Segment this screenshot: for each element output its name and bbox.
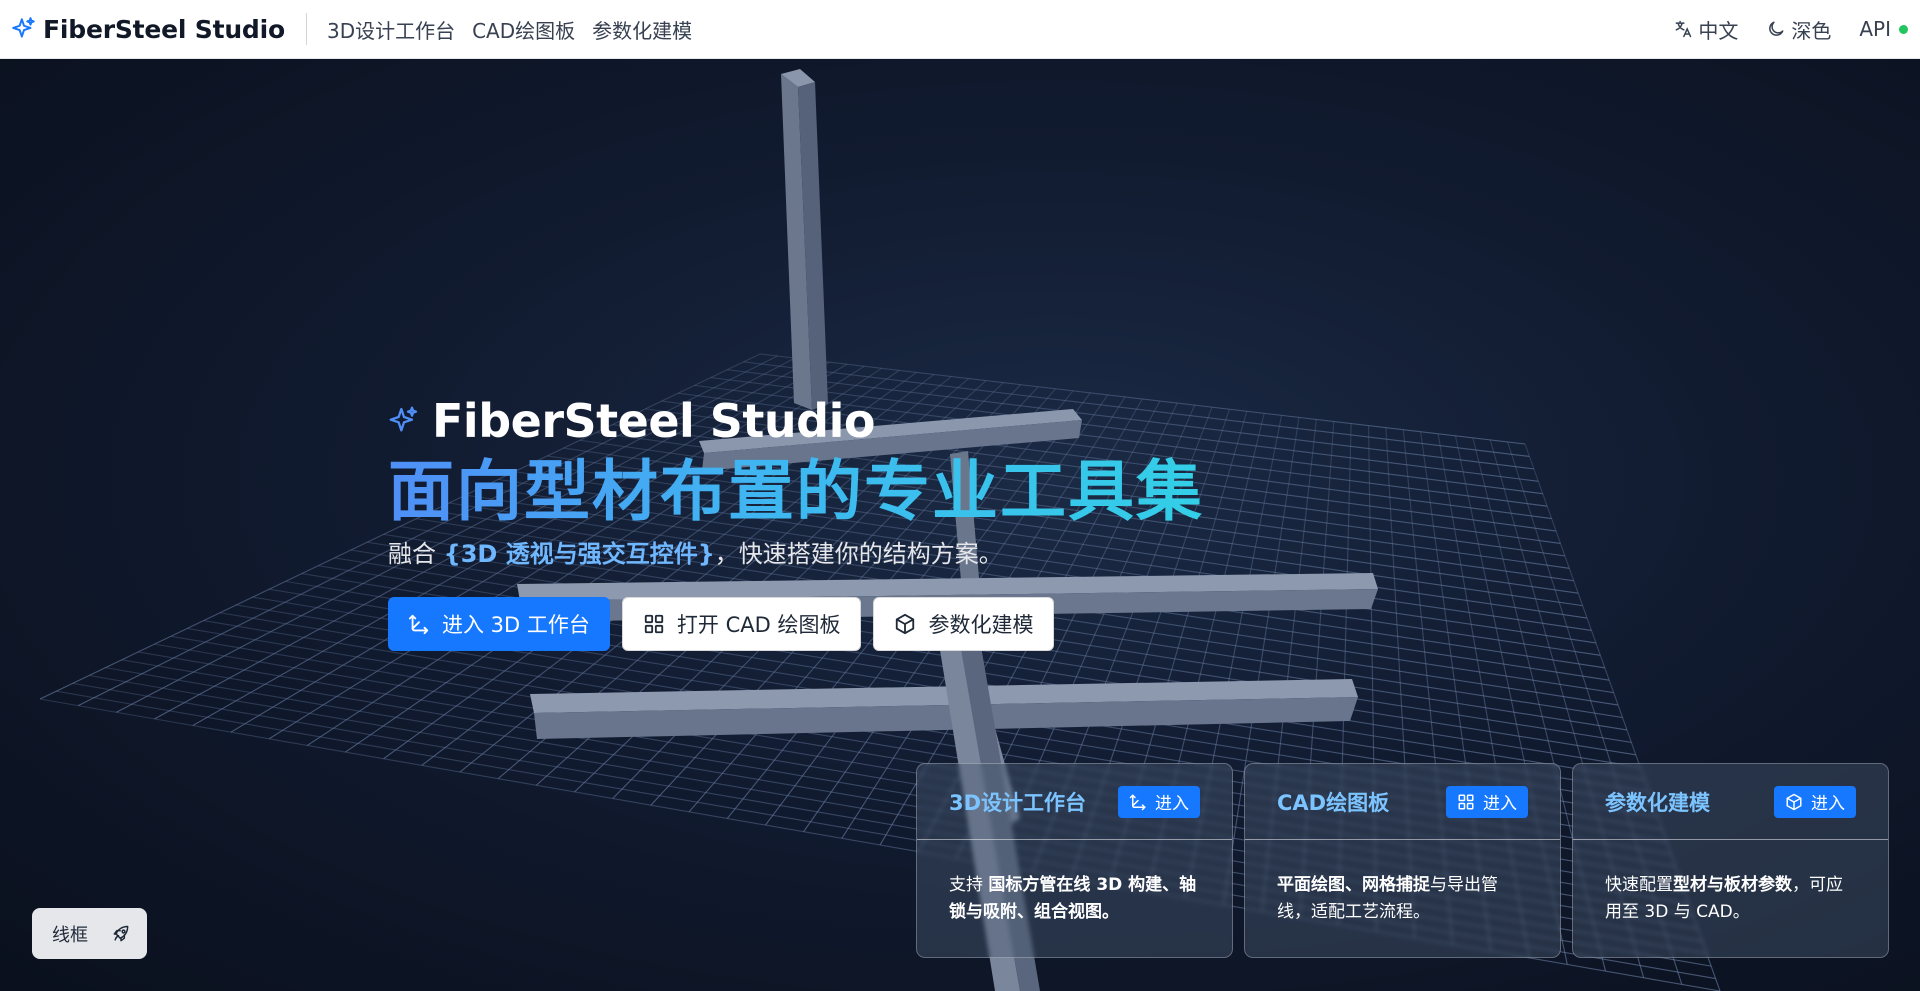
sparkles-icon — [389, 406, 418, 432]
card-enter-button[interactable]: 进入 — [1774, 785, 1856, 818]
card-description: 支持 国标方管在线 3D 构建、轴锁与吸附、组合视图。 — [917, 840, 1232, 926]
grid-icon — [644, 614, 664, 634]
brand[interactable]: FiberSteel Studio — [0, 0, 285, 58]
cube-icon — [1786, 793, 1802, 810]
card-description: 快速配置型材与板材参数，可应用至 3D 与 CAD。 — [1573, 840, 1888, 926]
hero-subtitle-highlight: {3D 透视与强交互控件} — [443, 540, 715, 568]
wireframe-toggle-button[interactable]: 线框 — [32, 908, 147, 959]
translate-icon — [1675, 20, 1692, 38]
card-enter-button[interactable]: 进入 — [1118, 785, 1200, 818]
theme-label: 深色 — [1791, 18, 1832, 43]
card-text-prefix: 快速配置 — [1605, 875, 1673, 895]
theme-switch[interactable]: 深色 — [1766, 15, 1831, 44]
hero-title: FiberSteel Studio — [432, 394, 875, 448]
language-switch[interactable]: 中文 — [1673, 15, 1738, 44]
nav-link-parametric[interactable]: 参数化建模 — [592, 15, 692, 44]
nav-link-3d-workbench[interactable]: 3D设计工作台 — [327, 15, 455, 44]
hero-buttons: 进入 3D 工作台 打开 CAD 绘图板 参数化建模 — [388, 597, 1204, 651]
card-text-prefix: 支持 — [949, 875, 989, 895]
wireframe-label: 线框 — [52, 924, 88, 946]
navbar-actions: 中文 深色 API — [1645, 15, 1920, 44]
hero-content: FiberSteel Studio 面向型材布置的专业工具集 融合 {3D 透视… — [388, 392, 1204, 651]
rocket-icon — [113, 925, 129, 941]
card-enter-button[interactable]: 进入 — [1446, 785, 1528, 818]
card-header: 参数化建模 进入 — [1573, 764, 1888, 840]
hero-subtitle-prefix: 融合 — [388, 540, 444, 568]
axis-icon — [408, 614, 429, 635]
hero-subtitle: 融合 {3D 透视与强交互控件}，快速搭建你的结构方案。 — [388, 534, 1204, 569]
cube-icon — [896, 613, 915, 635]
nav-link-cad-board[interactable]: CAD绘图板 — [472, 15, 575, 44]
brand-name: FiberSteel Studio — [43, 14, 285, 44]
parametric-modeling-button[interactable]: 参数化建模 — [873, 597, 1055, 651]
sparkles-icon — [12, 17, 35, 38]
card-enter-label: 进入 — [1811, 794, 1845, 814]
card-description: 平面绘图、网格捕捉与导出管线，适配工艺流程。 — [1245, 840, 1560, 926]
hero-headline: 面向型材布置的专业工具集 — [388, 453, 1204, 530]
card-enter-label: 进入 — [1483, 794, 1517, 814]
feature-card-3d: 3D设计工作台 进入 支持 国标方管在线 3D 构建、轴锁与吸附、组合视图。 — [916, 763, 1233, 958]
api-label: API — [1859, 17, 1891, 41]
moon-icon — [1769, 21, 1784, 36]
open-cad-board-label: 打开 CAD 绘图板 — [676, 613, 841, 637]
api-status[interactable]: API — [1859, 17, 1908, 41]
card-header: CAD绘图板 进入 — [1245, 764, 1560, 840]
hero-subtitle-suffix: ，快速搭建你的结构方案。 — [714, 540, 1003, 568]
card-title: CAD绘图板 — [1277, 790, 1390, 815]
card-header: 3D设计工作台 进入 — [917, 764, 1232, 840]
open-cad-board-button[interactable]: 打开 CAD 绘图板 — [621, 597, 862, 651]
card-title: 参数化建模 — [1605, 790, 1710, 815]
hero-section: FiberSteel Studio 面向型材布置的专业工具集 融合 {3D 透视… — [0, 59, 1920, 991]
card-text-bold: 型材与板材参数 — [1673, 875, 1792, 895]
top-navbar: FiberSteel Studio 3D设计工作台 CAD绘图板 参数化建模 中… — [0, 0, 1920, 59]
navbar-divider — [305, 13, 307, 45]
enter-3d-workbench-label: 进入 3D 工作台 — [442, 613, 590, 637]
feature-cards: 3D设计工作台 进入 支持 国标方管在线 3D 构建、轴锁与吸附、组合视图。 C… — [916, 763, 1889, 958]
grid-icon — [1458, 794, 1474, 809]
language-label: 中文 — [1698, 18, 1739, 43]
parametric-modeling-label: 参数化建模 — [928, 613, 1034, 637]
feature-card-parametric: 参数化建模 进入 快速配置型材与板材参数，可应用至 3D 与 CAD。 — [1572, 763, 1889, 958]
card-title: 3D设计工作台 — [949, 790, 1087, 815]
feature-card-cad: CAD绘图板 进入 平面绘图、网格捕捉与导出管线，适配工艺流程。 — [1244, 763, 1561, 958]
card-text-bold: 平面绘图、网格捕捉 — [1277, 875, 1430, 895]
hero-title-row: FiberSteel Studio — [388, 392, 1204, 450]
axis-icon — [1129, 794, 1146, 810]
api-status-dot — [1899, 24, 1908, 34]
enter-3d-workbench-button[interactable]: 进入 3D 工作台 — [388, 597, 610, 651]
card-enter-label: 进入 — [1155, 794, 1189, 814]
